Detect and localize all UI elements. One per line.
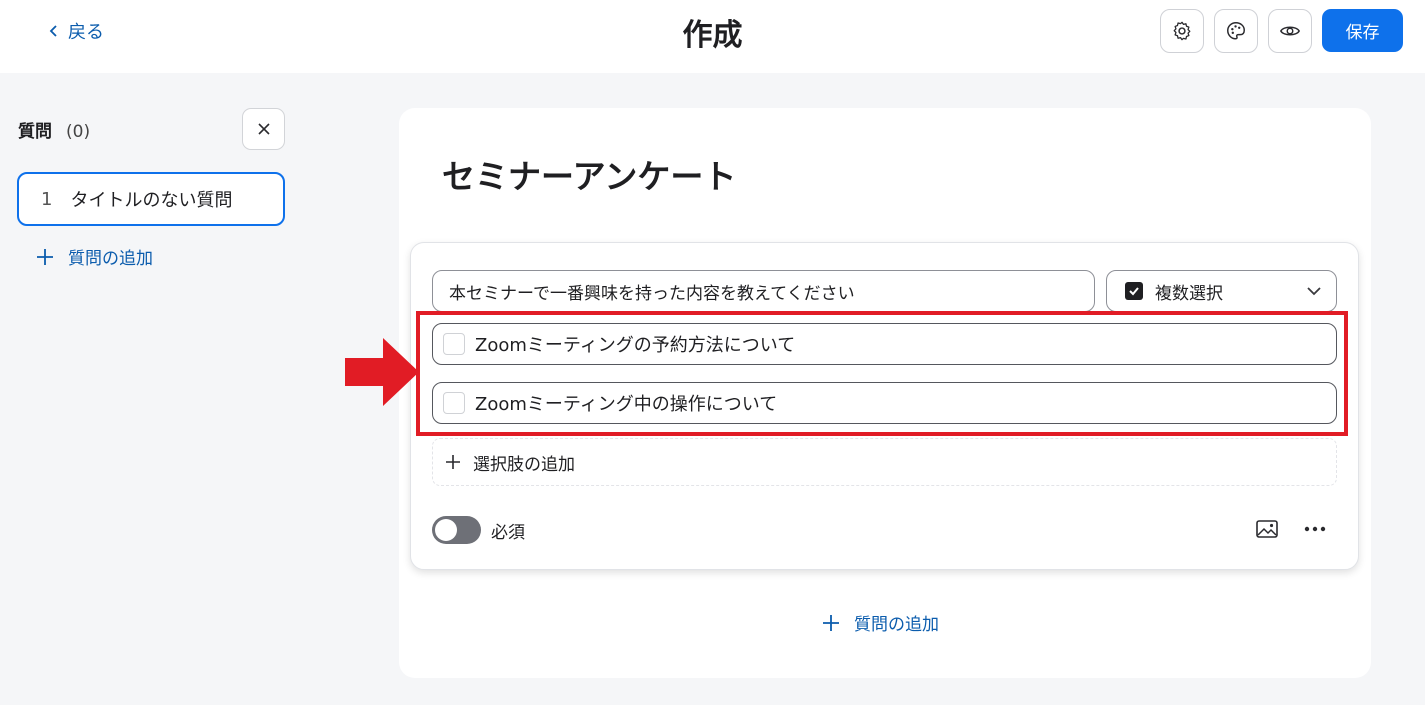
question-number: 1 — [41, 188, 53, 210]
palette-icon — [1227, 22, 1245, 40]
questions-count: (0) — [66, 122, 91, 142]
preview-button[interactable] — [1268, 9, 1312, 53]
required-label: 必須 — [491, 523, 525, 543]
annotation-arrow-icon — [345, 338, 419, 406]
page-title: 作成 — [682, 18, 743, 53]
questions-heading: 質問 (0) — [18, 117, 90, 142]
save-button[interactable]: 保存 — [1322, 9, 1403, 52]
plus-icon — [37, 248, 53, 265]
more-options-button[interactable] — [1302, 516, 1328, 542]
plus-icon — [446, 455, 460, 469]
sidebar-add-question-label: 質問の追加 — [68, 249, 153, 269]
sidebar-question-item[interactable]: 1 タイトルのない質問 — [17, 172, 285, 226]
highlight-box — [416, 311, 1348, 436]
question-text-input[interactable]: 本セミナーで一番興味を持った内容を教えてください — [432, 270, 1095, 312]
chevron-down-icon — [1307, 287, 1321, 296]
back-label: 戻る — [68, 22, 104, 43]
settings-button[interactable] — [1160, 9, 1204, 53]
add-choice-button[interactable]: 選択肢の追加 — [432, 438, 1337, 486]
close-sidebar-button[interactable] — [242, 108, 285, 150]
sidebar-add-question-button[interactable]: 質問の追加 — [36, 244, 153, 269]
questions-heading-label: 質問 — [18, 122, 52, 142]
eye-icon — [1279, 26, 1301, 36]
add-choice-label: 選択肢の追加 — [473, 454, 575, 475]
add-question-button[interactable]: 質問の追加 — [822, 610, 939, 635]
question-type-label: 複数選択 — [1155, 283, 1223, 304]
back-link[interactable]: 戻る — [48, 18, 104, 44]
question-type-select[interactable]: 複数選択 — [1106, 270, 1337, 312]
checkbox-icon — [1125, 282, 1143, 300]
image-icon[interactable] — [1254, 516, 1280, 542]
question-item-label: タイトルのない質問 — [70, 190, 233, 211]
toggle-knob — [435, 519, 457, 541]
close-icon — [257, 123, 270, 135]
add-question-label: 質問の追加 — [854, 615, 939, 635]
more-horizontal-icon — [1304, 526, 1326, 532]
gear-icon — [1173, 21, 1191, 41]
top-bar: 戻る 作成 保存 — [0, 0, 1425, 73]
chevron-left-icon — [49, 25, 57, 37]
theme-button[interactable] — [1214, 9, 1258, 53]
required-toggle[interactable] — [432, 516, 481, 544]
plus-icon — [823, 614, 839, 631]
survey-title[interactable]: セミナーアンケート — [442, 150, 736, 198]
